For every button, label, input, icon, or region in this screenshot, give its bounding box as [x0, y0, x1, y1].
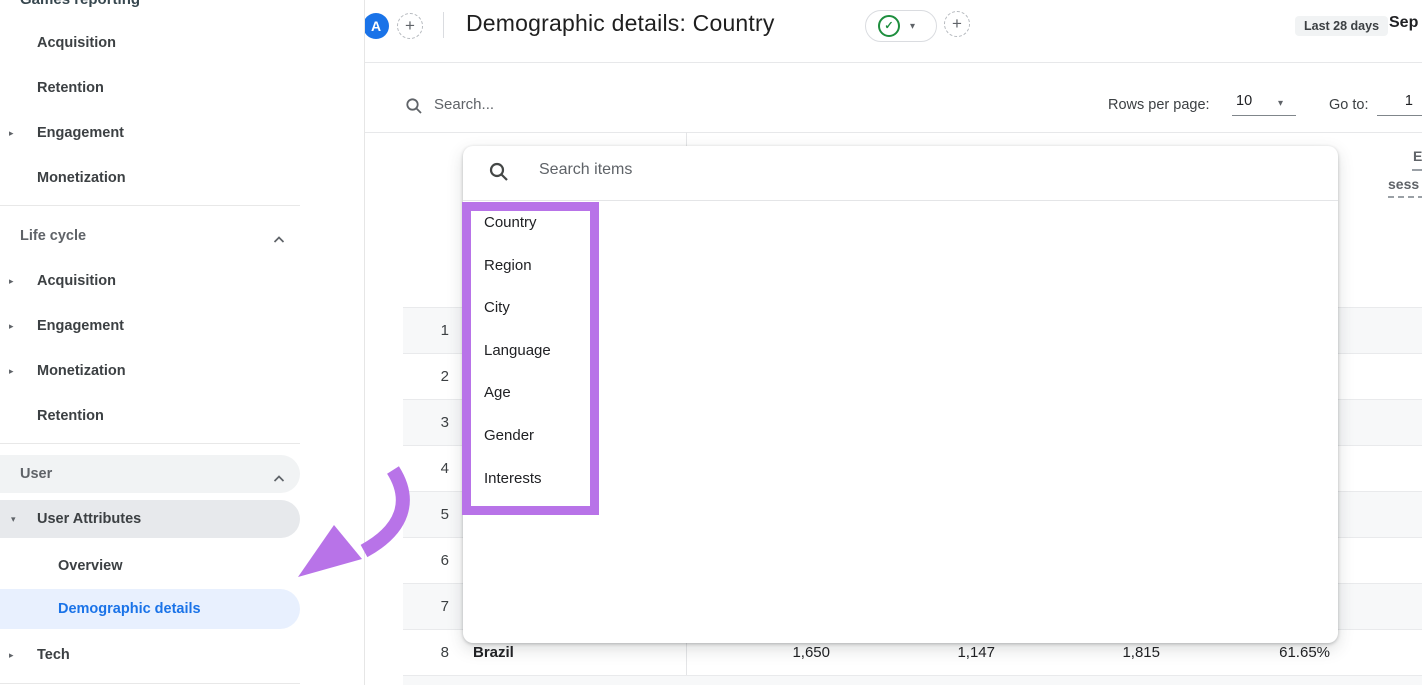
row-number: 2 [403, 354, 449, 399]
expand-arrow-icon[interactable]: ▸ [9, 645, 14, 665]
sidebar-divider [0, 443, 300, 444]
sidebar-item-retention[interactable]: Retention [37, 78, 104, 98]
plus-icon: + [952, 14, 962, 33]
expand-arrow-icon[interactable]: ▸ [9, 316, 14, 336]
check-circle-icon: ✓ [878, 15, 900, 37]
rows-per-page-label: Rows per page: [1108, 97, 1210, 113]
header-divider [443, 12, 444, 38]
sidebar-item-overview[interactable]: Overview [58, 556, 123, 576]
row-number: 8 [403, 630, 449, 675]
date-range-chip[interactable]: Last 28 days [1295, 16, 1388, 36]
sidebar-header-life-cycle[interactable]: Life cycle [20, 226, 86, 246]
expand-arrow-icon[interactable]: ▸ [9, 123, 14, 143]
sidebar-item-user-attributes-label: User Attributes [37, 509, 141, 529]
rows-per-page-underline [1232, 115, 1296, 116]
row-number: 1 [403, 308, 449, 353]
dimension-search-input[interactable] [537, 160, 1141, 180]
sidebar-item-acquisition[interactable]: Acquisition [37, 33, 116, 53]
sidebar-item-lc-acquisition[interactable]: Acquisition [37, 271, 116, 291]
sidebar-item-tech[interactable]: Tech [37, 645, 70, 665]
add-report-button[interactable]: + [944, 11, 970, 37]
sidebar-item-demographic-details[interactable]: Demographic details [0, 589, 300, 629]
sidebar-item-demographic-details-label: Demographic details [58, 599, 201, 619]
caret-down-icon: ▾ [910, 21, 915, 32]
header-dashed-underline [1388, 196, 1422, 198]
sidebar-header-user-label: User [20, 464, 52, 484]
sidebar-item-lc-retention[interactable]: Retention [37, 406, 104, 426]
page-title: Demographic details: Country [466, 10, 775, 37]
row-number: 3 [403, 400, 449, 445]
expand-arrow-icon[interactable]: ▸ [9, 361, 14, 381]
expand-arrow-icon[interactable]: ▸ [9, 271, 14, 291]
ga4-demographic-details-page: Games reporting Acquisition Retention ▸ … [0, 0, 1422, 685]
table-search-input[interactable] [432, 95, 676, 114]
avatar[interactable]: A [363, 13, 389, 39]
row-number: 7 [403, 584, 449, 629]
sidebar-item-user-attributes[interactable]: ▾ User Attributes [0, 500, 300, 538]
sidebar-item-lc-monetization[interactable]: Monetization [37, 361, 126, 381]
add-comparison-button[interactable]: + [397, 13, 423, 39]
sidebar-item-engagement[interactable]: Engagement [37, 123, 124, 143]
go-to-page-input[interactable]: 1 [1377, 93, 1413, 109]
collapse-arrow-icon: ▾ [11, 509, 16, 529]
sidebar-item-lc-engagement[interactable]: Engagement [37, 316, 124, 336]
rows-per-page-value[interactable]: 10 [1236, 93, 1262, 109]
caret-down-icon[interactable]: ▾ [1278, 98, 1283, 109]
dropdown-divider [463, 200, 1338, 201]
go-to-label: Go to: [1329, 97, 1369, 113]
arrow-annotation [280, 455, 420, 585]
sidebar-header-user[interactable]: User [0, 455, 300, 493]
engaged-sessions-header-line2[interactable]: sess [1388, 176, 1419, 192]
sidebar-item-monetization[interactable]: Monetization [37, 168, 126, 188]
header-dashed-underline [1412, 169, 1422, 171]
engaged-sessions-header-line1[interactable]: E [1413, 148, 1422, 164]
search-icon [405, 97, 423, 120]
toolbar-bottom-divider [364, 132, 1422, 133]
sidebar-divider [0, 683, 300, 684]
plus-icon: + [405, 16, 415, 35]
sidebar-section-games-reporting: Games reporting [20, 0, 140, 8]
date-range-detail[interactable]: Sep [1389, 14, 1418, 32]
table-row-partial [403, 675, 1422, 685]
highlight-box-annotation [462, 202, 599, 515]
content-top-divider [364, 62, 1422, 63]
sidebar-divider [0, 205, 300, 206]
go-to-underline [1377, 115, 1422, 116]
chevron-up-icon[interactable] [272, 231, 286, 249]
report-status-control[interactable]: ✓ ▾ [865, 10, 937, 42]
search-icon [488, 161, 510, 188]
